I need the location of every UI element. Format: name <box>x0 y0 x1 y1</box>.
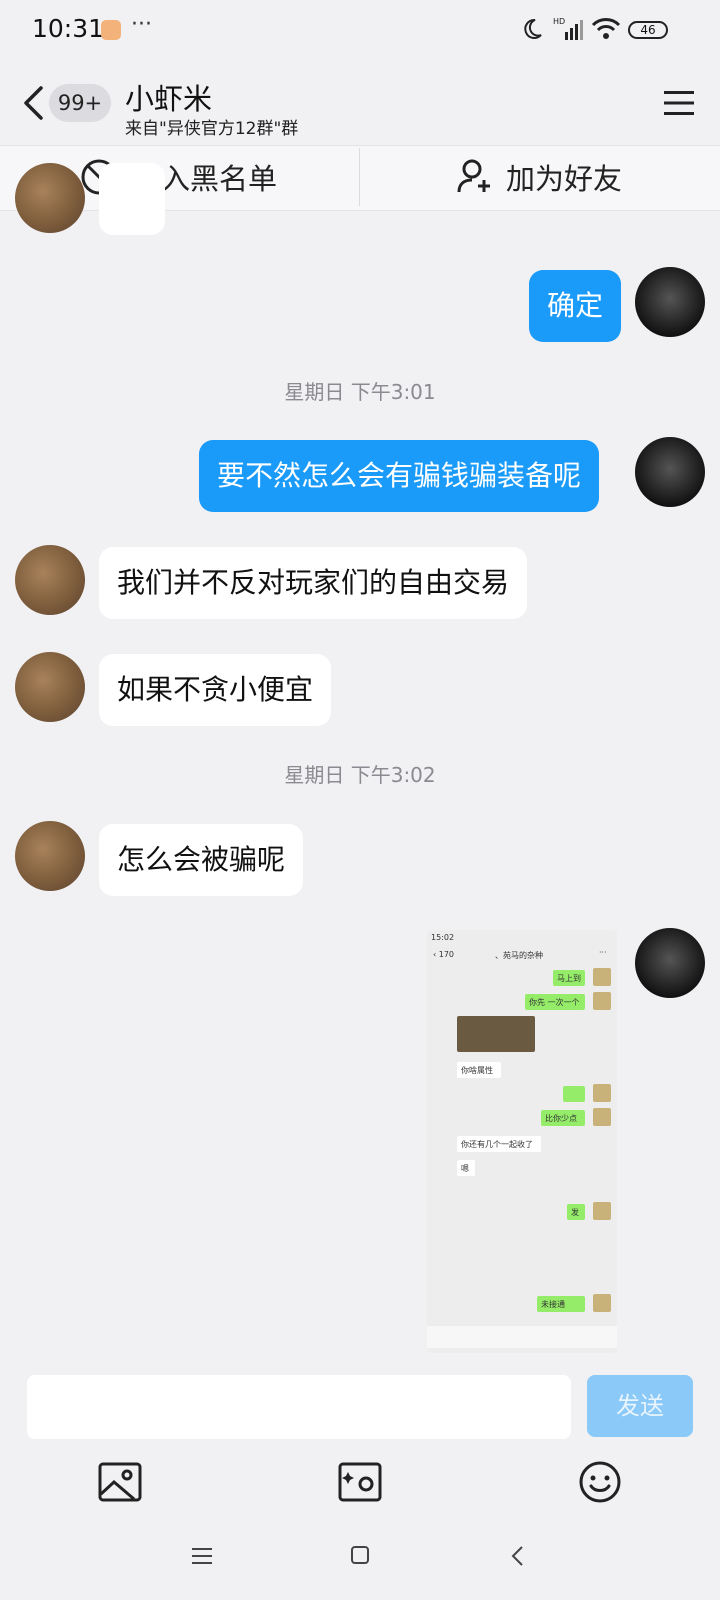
battery-level: 46 <box>640 23 656 37</box>
back-icon <box>511 1546 523 1566</box>
sender-avatar[interactable] <box>15 545 85 615</box>
shot-bubble: 未接通 <box>537 1296 585 1312</box>
shot-input <box>427 1326 617 1348</box>
image-picker-button[interactable] <box>98 1462 142 1502</box>
action-divider <box>359 148 360 206</box>
emoji-button[interactable] <box>578 1460 622 1504</box>
unread-badge[interactable]: 99+ <box>49 84 111 122</box>
message-bubble-out[interactable]: 确定 <box>529 270 622 342</box>
shot-time: 15:02 <box>431 933 455 942</box>
image-icon <box>98 1462 142 1502</box>
shot-title: 、苑马的杂种 <box>495 951 543 960</box>
message-bubble-in[interactable]: 如果不贪小便宜 <box>99 654 332 726</box>
message-bubble-in[interactable] <box>99 163 165 235</box>
moon-icon <box>520 17 544 41</box>
shot-bubble <box>563 1086 585 1102</box>
wifi-icon <box>591 17 621 41</box>
shot-avatar <box>593 992 611 1010</box>
my-avatar[interactable] <box>635 267 705 337</box>
recents-icon <box>192 1548 212 1564</box>
send-button[interactable]: 发送 <box>587 1375 693 1437</box>
timestamp: 星期日 下午3:02 <box>284 763 436 787</box>
home-icon <box>351 1546 369 1564</box>
my-avatar[interactable] <box>635 437 705 507</box>
sender-avatar[interactable] <box>15 652 85 722</box>
shot-avatar <box>593 1108 611 1126</box>
battery-icon: 46 <box>628 21 668 39</box>
app-notification-icon <box>101 20 121 40</box>
message-bubble-out[interactable]: 要不然怎么会有骗钱骗装备呢 <box>199 440 600 512</box>
sender-avatar[interactable] <box>15 821 85 891</box>
shot-bubble: 马上到 <box>553 970 585 986</box>
shot-avatar <box>593 1294 611 1312</box>
image-message[interactable]: 15:02 ‹ 170 、苑马的杂种 ··· 马上到 你先 一次一个 你啥属性 … <box>427 930 617 1353</box>
status-time: 10:31 <box>32 14 105 43</box>
shot-bubble: 你还有几个一起收了 <box>457 1136 541 1152</box>
message-bubble-in[interactable]: 怎么会被骗呢 <box>99 824 304 896</box>
hamburger-icon <box>664 91 694 115</box>
more-dots-icon: ··· <box>131 12 152 37</box>
shot-avatar <box>593 1202 611 1220</box>
shot-bubble: 嗯 <box>457 1160 475 1176</box>
nav-home-button[interactable] <box>350 1545 370 1569</box>
message-bubble-in[interactable]: 我们并不反对玩家们的自由交易 <box>99 547 528 619</box>
add-user-icon <box>457 159 490 193</box>
shot-avatar <box>593 968 611 986</box>
message-input[interactable] <box>27 1375 571 1439</box>
shot-bubble: 比你少点 <box>541 1110 585 1126</box>
add-friend-label: 加为好友 <box>506 162 623 196</box>
shot-avatar <box>593 1084 611 1102</box>
menu-button[interactable] <box>664 90 694 116</box>
sender-avatar[interactable] <box>15 163 85 233</box>
nav-recents-button[interactable] <box>192 1546 212 1570</box>
nav-back-button[interactable] <box>510 1545 526 1569</box>
shot-bubble: 你啥属性 <box>457 1062 501 1078</box>
signal-icon: HD <box>553 16 583 42</box>
smiley-icon <box>579 1461 621 1503</box>
my-avatar[interactable] <box>635 928 705 998</box>
chat-subtitle: 来自"异侠官方12群"群 <box>125 119 299 139</box>
back-button[interactable] <box>22 85 44 121</box>
camera-button[interactable] <box>338 1462 382 1502</box>
camera-icon <box>338 1462 382 1502</box>
timestamp: 星期日 下午3:01 <box>284 380 436 404</box>
chevron-left-icon <box>24 86 43 120</box>
shot-bubble: 你先 一次一个 <box>525 994 585 1010</box>
shot-back: ‹ 170 <box>433 950 455 959</box>
svg-text:HD: HD <box>553 17 565 26</box>
shot-image <box>457 1016 535 1052</box>
add-friend-button[interactable]: 加为好友 <box>456 145 622 209</box>
shot-bubble: 发 <box>567 1204 585 1220</box>
shot-more: ··· <box>599 948 607 957</box>
chat-title: 小虾米 <box>125 82 213 116</box>
